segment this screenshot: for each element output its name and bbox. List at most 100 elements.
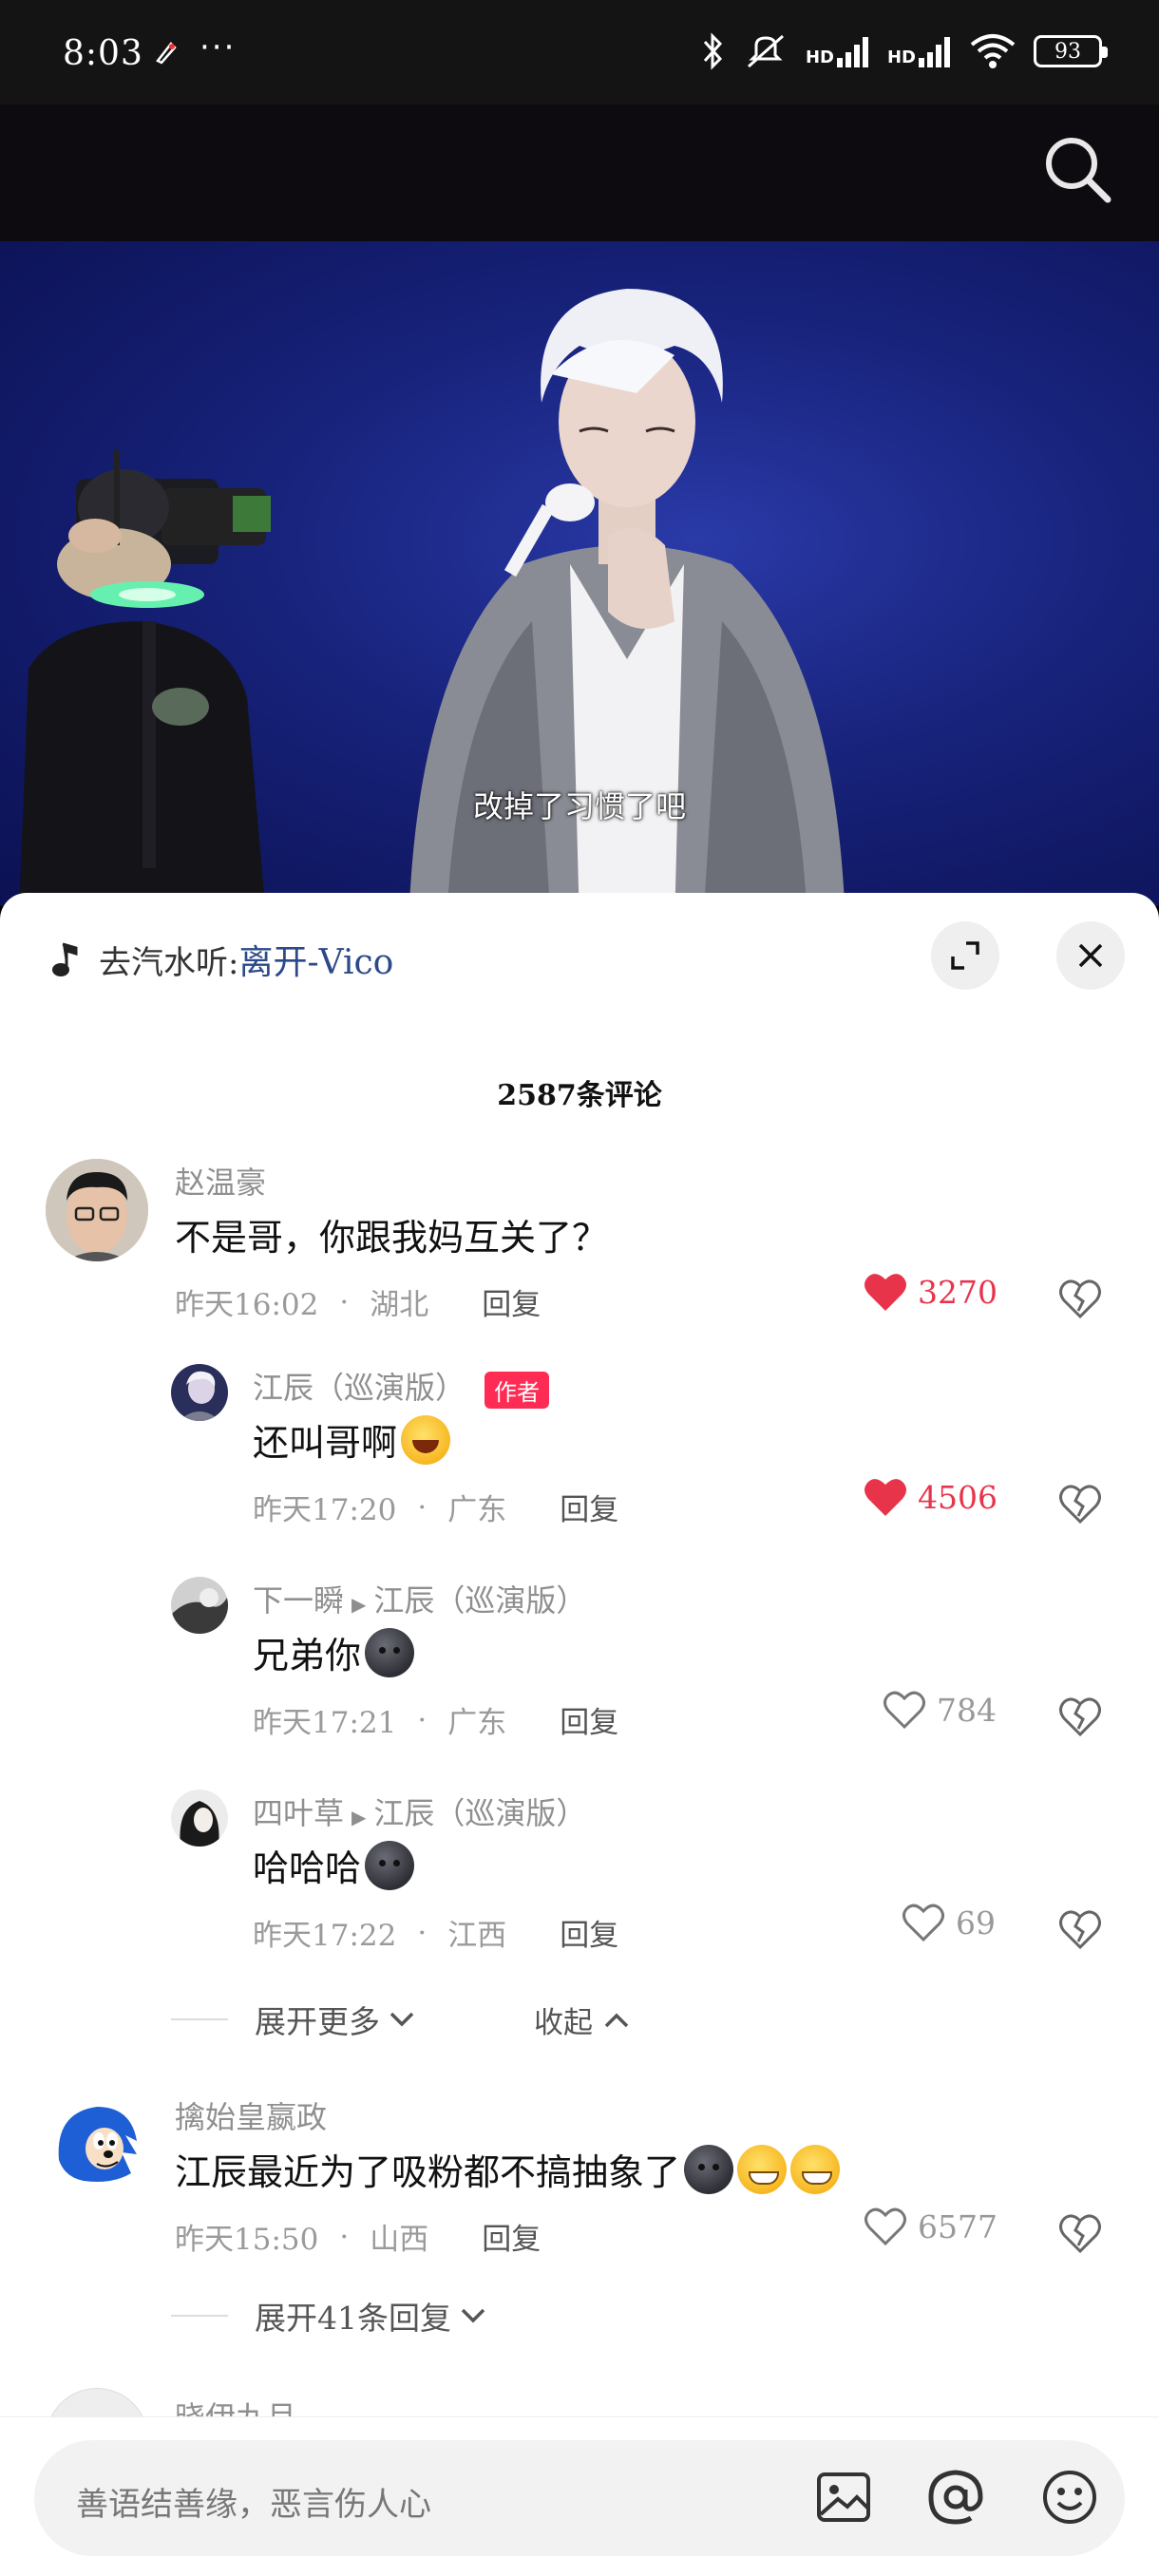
comment-item: 赵温豪 不是哥，你跟我妈互关了？ 昨天16:02 · 湖北 回复 3270 bbox=[0, 1159, 1159, 1322]
reply-time: 昨天17:20 bbox=[253, 1493, 397, 1527]
dark-face-emoji-icon bbox=[684, 2144, 734, 2194]
like-button[interactable]: 3270 bbox=[863, 1271, 998, 1313]
battery-indicator: 93 bbox=[1034, 35, 1108, 67]
like-button[interactable]: 4506 bbox=[863, 1476, 998, 1518]
reply-author-name[interactable]: 江辰（巡演版） bbox=[253, 1370, 466, 1406]
expand-icon bbox=[951, 941, 979, 970]
reply-location: 广东 bbox=[447, 1493, 507, 1527]
dislike-icon[interactable] bbox=[1056, 1905, 1104, 1953]
like-button[interactable]: 69 bbox=[901, 1902, 996, 1943]
collapse-replies[interactable]: 收起 bbox=[534, 1998, 633, 2041]
music-prefix: 去汽水听: bbox=[99, 943, 239, 982]
reply-target-name[interactable]: 江辰（巡演版） bbox=[373, 1582, 586, 1619]
avatar[interactable] bbox=[171, 1364, 228, 1421]
status-time: 8:03 bbox=[63, 34, 143, 73]
avatar[interactable] bbox=[46, 1159, 148, 1261]
image-icon[interactable] bbox=[813, 2467, 874, 2528]
avatar[interactable] bbox=[171, 1577, 228, 1634]
like-count: 69 bbox=[956, 1904, 996, 1941]
reply-item: 四叶草 ▶ 江辰（巡演版） 哈哈哈 昨天17:22 · 江西 回复 69 bbox=[0, 1790, 1159, 1953]
comment-meta: 昨天16:02 · 湖北 回复 bbox=[175, 1280, 541, 1323]
chevron-up-icon bbox=[604, 2013, 629, 2027]
status-bar: 8:03 ··· HD HD 93 bbox=[0, 0, 1159, 104]
expand-replies[interactable]: 展开41条回复 bbox=[171, 2293, 489, 2339]
comment-item: 擒始皇嬴政 江辰最近为了吸粉都不搞抽象了 昨天15:50 · 山西 回复 657… bbox=[0, 2093, 1159, 2257]
status-more-icon: ··· bbox=[200, 28, 237, 66]
reply-username: 江辰（巡演版） 作者 bbox=[253, 1364, 550, 1409]
comment-location: 山西 bbox=[370, 2223, 429, 2257]
reply-username: 四叶草 ▶ 江辰（巡演版） bbox=[253, 1790, 586, 1833]
dislike-icon[interactable] bbox=[1056, 1480, 1104, 1527]
music-title[interactable]: 离开-Vico bbox=[238, 935, 393, 984]
comment-username[interactable]: 赵温豪 bbox=[175, 1159, 266, 1203]
reply-target-name[interactable]: 江辰（巡演版） bbox=[373, 1795, 586, 1831]
video-player[interactable]: 改掉了习惯了吧 bbox=[0, 241, 1159, 906]
dislike-icon[interactable] bbox=[1056, 2209, 1104, 2257]
signal-hd-label-2: HD bbox=[886, 47, 916, 67]
at-mention-icon[interactable] bbox=[925, 2467, 986, 2528]
reply-item: 下一瞬 ▶ 江辰（巡演版） 兄弟你 昨天17:21 · 广东 回复 784 bbox=[0, 1577, 1159, 1740]
reply-button[interactable]: 回复 bbox=[482, 1280, 541, 1323]
dark-face-emoji-icon bbox=[365, 1627, 415, 1677]
comment-meta: 昨天15:50 · 山西 回复 bbox=[175, 2215, 541, 2258]
comment-time: 昨天16:02 bbox=[175, 1288, 319, 1322]
grinning-emoji-icon bbox=[737, 2144, 788, 2194]
reply-author-name[interactable]: 下一瞬 bbox=[253, 1582, 344, 1619]
music-link[interactable]: 去汽水听: 离开-Vico bbox=[49, 940, 393, 982]
heart-filled-icon bbox=[864, 1479, 906, 1516]
like-count: 4506 bbox=[918, 1478, 998, 1516]
reply-button[interactable]: 回复 bbox=[560, 1698, 618, 1741]
like-count: 6577 bbox=[918, 2207, 998, 2245]
comment-username[interactable]: 擒始皇嬴政 bbox=[175, 2093, 327, 2137]
reply-text: 兄弟你 bbox=[253, 1626, 415, 1678]
expand-more-replies[interactable]: 展开更多 bbox=[171, 1997, 418, 2042]
reply-button[interactable]: 回复 bbox=[482, 2215, 541, 2258]
signal-icon-2 bbox=[919, 37, 950, 67]
chevron-down-icon bbox=[461, 2308, 485, 2323]
reply-author-name[interactable]: 四叶草 bbox=[253, 1795, 344, 1831]
video-subtitle: 改掉了习惯了吧 bbox=[472, 788, 686, 824]
dark-face-emoji-icon bbox=[365, 1840, 415, 1890]
fullscreen-button[interactable] bbox=[931, 921, 999, 990]
signal-hd-label: HD bbox=[805, 47, 834, 67]
comment-input[interactable]: 善语结善缘，恶言伤人心 bbox=[34, 2440, 1125, 2556]
avatar[interactable] bbox=[171, 1790, 228, 1847]
reply-text: 还叫哥啊 bbox=[253, 1413, 451, 1466]
comment-count: 2587条评论 bbox=[497, 1079, 662, 1112]
reply-username: 下一瞬 ▶ 江辰（巡演版） bbox=[253, 1577, 586, 1620]
heart-outline-icon bbox=[884, 1691, 925, 1730]
reply-time: 昨天17:21 bbox=[253, 1706, 397, 1740]
mute-icon bbox=[747, 34, 784, 68]
chevron-down-icon bbox=[390, 2012, 414, 2027]
dislike-icon[interactable] bbox=[1056, 1693, 1104, 1740]
input-placeholder: 善语结善缘，恶言伤人心 bbox=[76, 2486, 431, 2524]
reply-item: 江辰（巡演版） 作者 还叫哥啊 昨天17:20 · 广东 回复 4506 bbox=[0, 1364, 1159, 1527]
close-button[interactable] bbox=[1056, 921, 1125, 990]
heart-filled-icon bbox=[864, 1274, 906, 1311]
avatar[interactable] bbox=[46, 2093, 148, 2196]
grinning-emoji-icon bbox=[790, 2144, 841, 2194]
comment-time: 昨天15:50 bbox=[175, 2223, 319, 2257]
emoji-icon[interactable] bbox=[1039, 2467, 1100, 2528]
reply-meta: 昨天17:20 · 广东 回复 bbox=[253, 1486, 618, 1528]
reply-meta: 昨天17:21 · 广东 回复 bbox=[253, 1698, 618, 1741]
like-button[interactable]: 6577 bbox=[863, 2206, 998, 2247]
status-icons: HD HD 93 bbox=[701, 32, 1108, 70]
reply-button[interactable]: 回复 bbox=[560, 1911, 618, 1954]
reply-time: 昨天17:22 bbox=[253, 1919, 397, 1953]
reply-location: 广东 bbox=[447, 1706, 507, 1740]
music-note-icon bbox=[52, 942, 78, 976]
comment-location: 湖北 bbox=[370, 1288, 429, 1322]
like-button[interactable]: 784 bbox=[882, 1689, 997, 1731]
cameraman-image bbox=[19, 450, 271, 906]
author-badge: 作者 bbox=[484, 1372, 550, 1409]
dislike-icon[interactable] bbox=[1056, 1275, 1104, 1322]
comment-text: 不是哥，你跟我妈互关了？ bbox=[175, 1217, 609, 1259]
reply-button[interactable]: 回复 bbox=[560, 1486, 618, 1528]
reply-arrow-icon: ▶ bbox=[352, 1806, 367, 1828]
search-icon[interactable] bbox=[1037, 129, 1117, 209]
divider-line bbox=[171, 2018, 228, 2020]
divider-line bbox=[171, 2315, 228, 2317]
comment-input-bar: 善语结善缘，恶言伤人心 bbox=[0, 2416, 1159, 2576]
reply-text: 哈哈哈 bbox=[253, 1839, 415, 1891]
